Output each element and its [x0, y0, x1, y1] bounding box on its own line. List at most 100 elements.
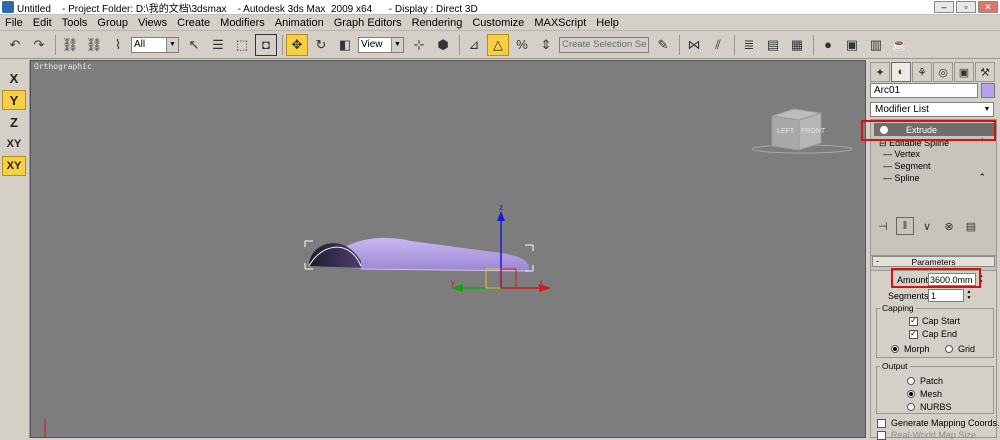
menu-rendering[interactable]: Rendering	[407, 17, 468, 29]
cap-end-label: Cap End	[922, 329, 958, 339]
stack-subitem-segment[interactable]: — Segment	[883, 161, 931, 171]
plane-xy-button[interactable]: XY	[2, 134, 26, 154]
viewcube[interactable]: LEFT FRONT	[751, 108, 853, 154]
segments-spinner[interactable]: ▲ ▼	[965, 289, 973, 302]
selection-filter-dropdown[interactable]: All ▼	[131, 36, 179, 53]
rendered-frame-window-icon[interactable]: ▥	[865, 34, 887, 56]
cap-end-checkbox[interactable]: ✓ Cap End	[909, 329, 957, 339]
align-icon[interactable]: ⫽	[707, 34, 729, 56]
patch-radio[interactable]: Patch	[907, 376, 943, 386]
pivot-center-icon[interactable]: ⊹	[408, 34, 430, 56]
utilities-tab-icon[interactable]: ⚒	[975, 62, 995, 82]
menu-modifiers[interactable]: Modifiers	[215, 17, 270, 29]
nurbs-radio[interactable]: NURBS	[907, 402, 952, 412]
main-toolbar: ↶ ↷ ⛓ ⛓ ⌇ All ▼ ↖ ☰ ⬚ ◘ ✥ ↻ ◧ View ▼ ⊹ ⬢…	[0, 31, 1000, 59]
percent-snap-icon[interactable]: %	[511, 34, 533, 56]
mirror-icon[interactable]: ⋈	[683, 34, 705, 56]
menu-edit[interactable]: Edit	[28, 17, 57, 29]
layer-manager-icon[interactable]: ≣	[738, 34, 760, 56]
spinner-snap-icon[interactable]: ⇕	[535, 34, 557, 56]
rectangular-selection-icon[interactable]: ⬚	[231, 34, 253, 56]
render-setup-icon[interactable]: ▣	[841, 34, 863, 56]
stack-subitem-vertex[interactable]: — Vertex	[883, 149, 920, 159]
menu-create[interactable]: Create	[172, 17, 215, 29]
create-tab-icon[interactable]: ✦	[870, 62, 890, 82]
menu-customize[interactable]: Customize	[467, 17, 529, 29]
segments-field[interactable]: 1	[928, 289, 964, 302]
move-gizmo[interactable]: z x y	[451, 203, 551, 292]
menu-views[interactable]: Views	[133, 17, 172, 29]
modifier-stack: Extrude ⊟ Editable Spline ⌃ — Vertex — S…	[870, 119, 997, 271]
make-unique-icon[interactable]: ∨	[918, 217, 936, 235]
window-crossing-icon[interactable]: ◘	[255, 33, 277, 56]
configure-modifier-sets-icon[interactable]: ▤	[962, 217, 980, 235]
viewcube-front-label: FRONT	[801, 128, 826, 135]
menu-help[interactable]: Help	[591, 17, 624, 29]
viewport-label[interactable]: Orthographic	[34, 62, 92, 71]
select-and-move-icon[interactable]: ✥	[286, 33, 308, 56]
edit-named-selection-icon[interactable]: ✎	[652, 34, 674, 56]
snaps-toggle-icon[interactable]: ⊿	[463, 34, 485, 56]
parameters-rollout-header[interactable]: - Parameters	[872, 256, 995, 267]
chevron-up-icon: ⌃	[978, 172, 986, 182]
bind-to-space-warp-icon[interactable]: ⌇	[107, 34, 129, 56]
object-name-field[interactable]: Arc01	[870, 83, 978, 98]
reference-coord-dropdown[interactable]: View ▼	[358, 36, 404, 53]
menu-file[interactable]: File	[0, 17, 28, 29]
morph-radio[interactable]: Morph	[891, 344, 930, 354]
schematic-view-icon[interactable]: ▦	[786, 34, 808, 56]
restore-button[interactable]: ▫	[956, 1, 976, 13]
motion-tab-icon[interactable]: ◎	[933, 62, 953, 82]
hierarchy-tab-icon[interactable]: ⚘	[912, 62, 932, 82]
select-manipulate-icon[interactable]: ⬢	[432, 34, 454, 56]
mesh-radio[interactable]: Mesh	[907, 389, 942, 399]
undo-icon[interactable]: ↶	[4, 34, 26, 56]
angle-snap-icon[interactable]: △	[487, 33, 509, 56]
axis-z-button[interactable]: Z	[2, 112, 26, 132]
remove-modifier-icon[interactable]: ⊗	[940, 217, 958, 235]
menu-graph-editors[interactable]: Graph Editors	[329, 17, 407, 29]
redo-icon[interactable]: ↷	[28, 34, 50, 56]
menu-group[interactable]: Group	[92, 17, 133, 29]
generate-mapping-checkbox[interactable]: Generate Mapping Coords.	[877, 418, 1000, 428]
select-and-link-icon[interactable]: ⛓	[59, 34, 81, 56]
curve-editor-icon[interactable]: ▤	[762, 34, 784, 56]
cap-start-label: Cap Start	[922, 316, 961, 326]
modify-tab-icon[interactable]: ◐	[891, 62, 911, 82]
segments-label: Segments:	[888, 291, 932, 301]
menu-animation[interactable]: Animation	[270, 17, 329, 29]
material-editor-icon[interactable]: ●	[817, 34, 839, 56]
grid-radio[interactable]: Grid	[945, 344, 975, 354]
render-production-icon[interactable]: ☕	[889, 34, 911, 56]
real-world-map-size-checkbox[interactable]: Real-World Map Size	[877, 430, 976, 440]
modifier-list-dropdown[interactable]: Modifier List ▼	[870, 102, 994, 117]
orthographic-viewport[interactable]: LEFT FRONT z x y Orthographic	[30, 60, 866, 438]
extruded-arc-object[interactable]	[304, 237, 534, 272]
select-object-icon[interactable]: ↖	[183, 34, 205, 56]
menu-maxscript[interactable]: MAXScript	[529, 17, 591, 29]
pin-stack-icon[interactable]: ⊣	[874, 217, 892, 235]
minimize-button[interactable]: –	[934, 1, 954, 13]
select-and-rotate-icon[interactable]: ↻	[310, 34, 332, 56]
plane-cycle-button[interactable]: XY	[2, 156, 26, 176]
unlink-icon[interactable]: ⛓	[83, 34, 105, 56]
gizmo-z-label: z	[499, 203, 503, 212]
select-and-scale-icon[interactable]: ◧	[334, 34, 356, 56]
menu-tools[interactable]: Tools	[57, 17, 93, 29]
stack-subitem-spline[interactable]: — Spline	[883, 173, 920, 183]
object-color-swatch[interactable]	[981, 83, 995, 98]
cap-start-checkbox[interactable]: ✓ Cap Start	[909, 316, 960, 326]
patch-label: Patch	[920, 376, 944, 386]
display-tab-icon[interactable]: ▣	[954, 62, 974, 82]
viewcube-left-label: LEFT	[777, 128, 795, 135]
select-by-name-icon[interactable]: ☰	[207, 34, 229, 56]
axis-constraints-toolbar: X Y Z XY XY	[0, 60, 30, 438]
named-selection-sets-field[interactable]: Create Selection Se	[559, 36, 649, 53]
segments-value: 1	[931, 290, 937, 301]
parameters-rollout: - Parameters Amount: 3600.0mm ▲ ▼ Segment…	[870, 255, 1000, 440]
show-end-result-icon[interactable]: ‖	[896, 217, 914, 235]
close-button[interactable]: ✕	[978, 1, 998, 13]
axis-y-button[interactable]: Y	[2, 90, 26, 110]
capping-title: Capping	[880, 303, 916, 313]
axis-x-button[interactable]: X	[2, 68, 26, 88]
